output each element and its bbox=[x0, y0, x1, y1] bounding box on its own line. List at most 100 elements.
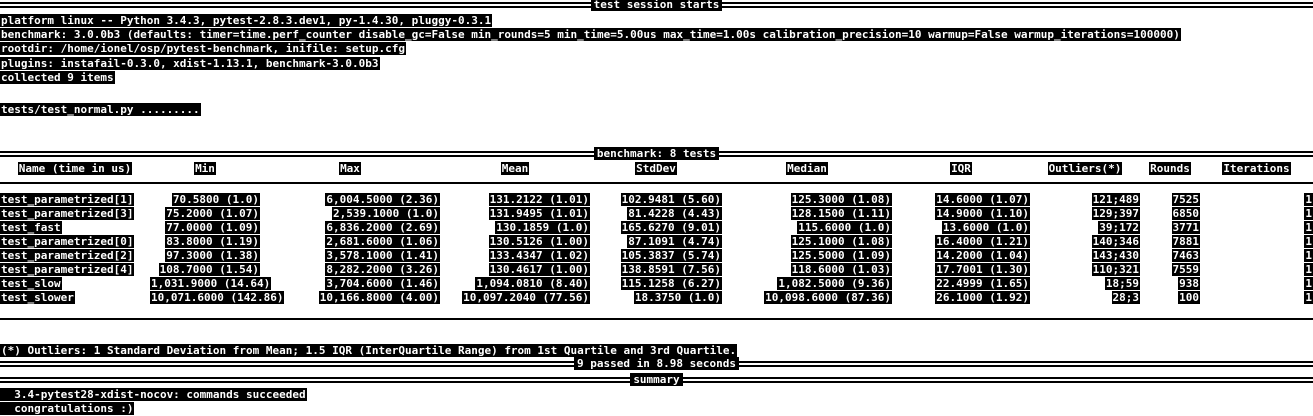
platform-line: platform linux -- Python 3.4.3, pytest-2… bbox=[0, 14, 493, 27]
table-row: test_slower 10,071.6000 (142.86) 10,166.80… bbox=[0, 291, 1313, 305]
rootdir-line: rootdir: /home/ionel/osp/pytest-benchmar… bbox=[0, 42, 406, 55]
cell-mean: 131.9495 (1.01) bbox=[488, 207, 590, 220]
cell-median: 125.5000 (1.09) bbox=[790, 249, 892, 262]
cell-median: 125.3000 (1.08) bbox=[790, 193, 892, 206]
cell-rounds: 7559 bbox=[1171, 263, 1200, 276]
cell-stddev: 115.1258 (6.27) bbox=[620, 277, 722, 290]
cell-outliers: 140;346 bbox=[1091, 235, 1140, 248]
cell-iterations: 1 bbox=[1304, 221, 1313, 234]
table-bottom-rule bbox=[0, 318, 1313, 322]
cell-iqr: 14.9000 (1.10) bbox=[935, 207, 1030, 220]
cell-min: 75.2000 (1.07) bbox=[165, 207, 260, 220]
cell-max: 6,004.5000 (2.36) bbox=[325, 193, 440, 206]
cell-mean: 130.4617 (1.00) bbox=[488, 263, 590, 276]
summary-line-commands: 3.4-pytest28-xdist-nocov: commands succe… bbox=[0, 388, 307, 401]
cell-min: 10,071.6000 (142.86) bbox=[150, 291, 285, 304]
cell-name: test_parametrized[1] bbox=[0, 193, 135, 206]
col-iqr: IQR bbox=[950, 162, 972, 175]
cell-max: 8,282.2000 (3.26) bbox=[325, 263, 440, 276]
summary-title: summary bbox=[0, 373, 1313, 387]
cell-iterations: 1 bbox=[1304, 291, 1313, 304]
cell-outliers: 143;430 bbox=[1091, 249, 1140, 262]
cell-outliers: 28;3 bbox=[1111, 291, 1140, 304]
cell-max: 10,166.8000 (4.00) bbox=[318, 291, 440, 304]
cell-rounds: 3771 bbox=[1171, 221, 1200, 234]
col-max: Max bbox=[339, 162, 361, 175]
cell-stddev: 18.3750 (1.0) bbox=[633, 291, 722, 304]
cell-iqr: 14.2000 (1.04) bbox=[935, 249, 1030, 262]
table-row: test_parametrized[2] 97.3000 (1.38) 3,578.… bbox=[0, 249, 1313, 263]
table-row: test_parametrized[4] 108.7000 (1.54) 8,282… bbox=[0, 263, 1313, 277]
cell-max: 3,704.6000 (1.46) bbox=[325, 277, 440, 290]
col-median: Median bbox=[786, 162, 828, 175]
cell-rounds: 100 bbox=[1178, 291, 1200, 304]
cell-rounds: 7881 bbox=[1171, 235, 1200, 248]
cell-min: 77.0000 (1.09) bbox=[165, 221, 260, 234]
cell-mean: 130.1859 (1.0) bbox=[495, 221, 590, 234]
table-row: test_parametrized[3] 75.2000 (1.07) 2,539.… bbox=[0, 207, 1313, 221]
cell-iterations: 1 bbox=[1304, 277, 1313, 290]
cell-max: 6,836.2000 (2.69) bbox=[325, 221, 440, 234]
cell-rounds: 7525 bbox=[1171, 193, 1200, 206]
cell-median: 118.6000 (1.03) bbox=[790, 263, 892, 276]
cell-iterations: 1 bbox=[1304, 263, 1313, 276]
cell-outliers: 18;59 bbox=[1104, 277, 1140, 290]
cell-iqr: 16.4000 (1.21) bbox=[935, 235, 1030, 248]
cell-iqr: 13.6000 (1.0) bbox=[941, 221, 1030, 234]
cell-iterations: 1 bbox=[1304, 207, 1313, 220]
cell-median: 125.1000 (1.08) bbox=[790, 235, 892, 248]
cell-rounds: 7463 bbox=[1171, 249, 1200, 262]
table-row: test_slow 1,031.9000 (14.64) 3,704.6000 (1… bbox=[0, 277, 1313, 291]
cell-max: 2,681.6000 (1.06) bbox=[325, 235, 440, 248]
cell-mean: 130.5126 (1.00) bbox=[488, 235, 590, 248]
cell-name: test_slow bbox=[0, 277, 62, 290]
cell-iterations: 1 bbox=[1304, 249, 1313, 262]
cell-stddev: 138.8591 (7.56) bbox=[620, 263, 722, 276]
cell-name: test_parametrized[2] bbox=[0, 249, 135, 262]
cell-iterations: 1 bbox=[1304, 235, 1313, 248]
cell-iqr: 14.6000 (1.07) bbox=[935, 193, 1030, 206]
cell-median: 115.6000 (1.0) bbox=[797, 221, 892, 234]
cell-stddev: 81.4228 (4.43) bbox=[627, 207, 722, 220]
cell-outliers: 129;397 bbox=[1091, 207, 1140, 220]
cell-median: 128.1500 (1.11) bbox=[790, 207, 892, 220]
table-row: test_parametrized[1] 70.5800 (1.0) 6,004.5… bbox=[0, 193, 1313, 207]
cell-min: 70.5800 (1.0) bbox=[171, 193, 260, 206]
table-row: test_fast 77.0000 (1.09) 6,836.2000 (2.69)… bbox=[0, 221, 1313, 235]
cell-mean: 1,094.0810 (8.40) bbox=[475, 277, 590, 290]
cell-name: test_fast bbox=[0, 221, 62, 234]
cell-max: 2,539.1000 (1.0) bbox=[332, 207, 440, 220]
summary-line-congrats: congratulations :) bbox=[0, 402, 135, 415]
cell-min: 108.7000 (1.54) bbox=[158, 263, 260, 276]
col-name: Name (time in us) bbox=[17, 162, 133, 175]
col-mean: Mean bbox=[500, 162, 530, 175]
cell-min: 83.8000 (1.19) bbox=[165, 235, 260, 248]
cell-iqr: 17.7001 (1.30) bbox=[935, 263, 1030, 276]
benchmark-title: benchmark: 8 tests bbox=[0, 147, 1313, 161]
cell-mean: 131.2122 (1.01) bbox=[488, 193, 590, 206]
cell-rounds: 938 bbox=[1178, 277, 1200, 290]
cell-outliers: 39;172 bbox=[1098, 221, 1140, 234]
cell-iterations: 1 bbox=[1304, 193, 1313, 206]
cell-median: 1,082.5000 (9.36) bbox=[777, 277, 892, 290]
cell-max: 3,578.1000 (1.41) bbox=[325, 249, 440, 262]
cell-name: test_slower bbox=[0, 291, 75, 304]
cell-mean: 133.4347 (1.02) bbox=[488, 249, 590, 262]
col-outliers: Outliers(*) bbox=[1047, 162, 1123, 175]
cell-name: test_parametrized[0] bbox=[0, 235, 135, 248]
session-title: test session starts bbox=[0, 0, 1313, 12]
cell-rounds: 6850 bbox=[1171, 207, 1200, 220]
cell-outliers: 110;321 bbox=[1091, 263, 1140, 276]
cell-stddev: 105.3837 (5.74) bbox=[620, 249, 722, 262]
cell-iqr: 22.4999 (1.65) bbox=[935, 277, 1030, 290]
cell-median: 10,098.6000 (87.36) bbox=[764, 291, 892, 304]
cell-name: test_parametrized[3] bbox=[0, 207, 135, 220]
cell-outliers: 121;489 bbox=[1091, 193, 1140, 206]
cell-min: 97.3000 (1.38) bbox=[165, 249, 260, 262]
result-summary: 9 passed in 8.98 seconds bbox=[0, 357, 1313, 371]
cell-stddev: 87.1091 (4.74) bbox=[627, 235, 722, 248]
outliers-footnote: (*) Outliers: 1 Standard Deviation from … bbox=[0, 344, 738, 357]
cell-stddev: 102.9481 (5.60) bbox=[620, 193, 722, 206]
cell-stddev: 165.6270 (9.01) bbox=[620, 221, 722, 234]
plugins-line: plugins: instafail-0.3.0, xdist-1.13.1, … bbox=[0, 57, 380, 70]
